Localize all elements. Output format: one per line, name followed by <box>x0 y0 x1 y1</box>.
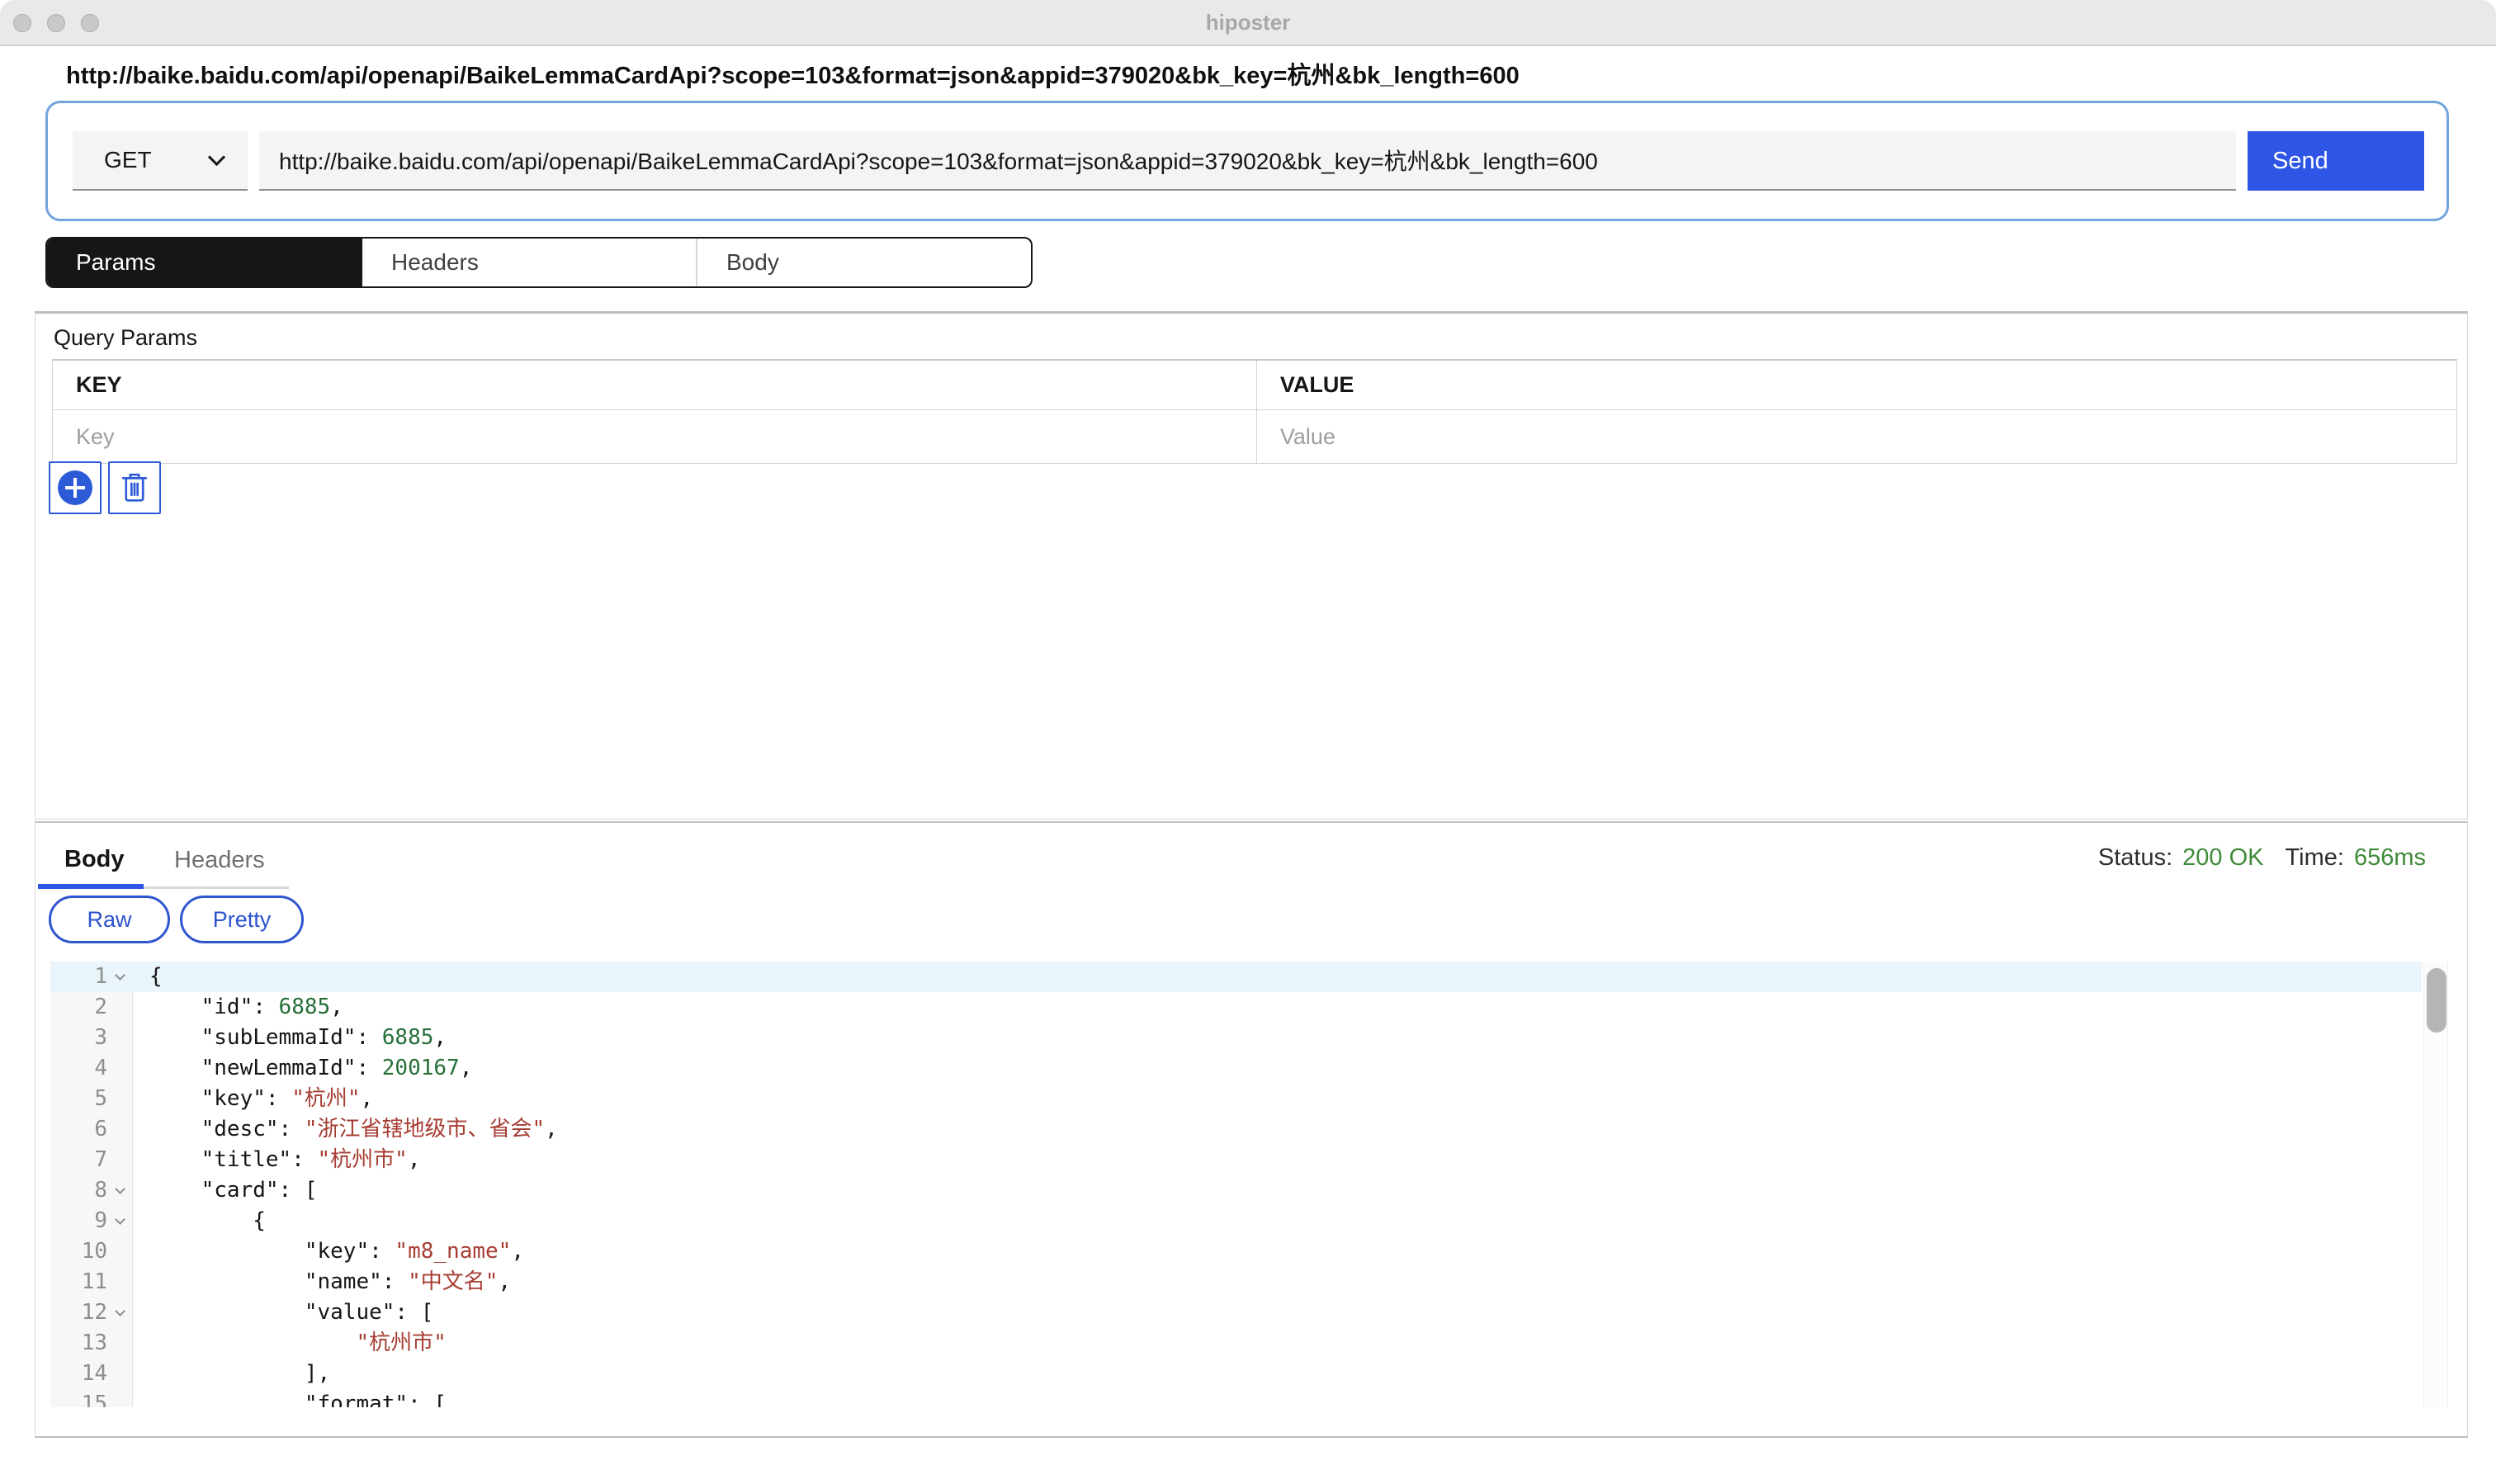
param-key-input[interactable] <box>53 410 1256 463</box>
code-line-text: "subLemmaId": 6885, <box>133 1023 447 1053</box>
code-line: 7 "title": "杭州市", <box>50 1145 2422 1175</box>
line-number-gutter: 3 <box>50 1023 133 1053</box>
status-value: 200 OK <box>2182 844 2263 872</box>
code-line-text: "name": "中文名", <box>133 1267 511 1297</box>
query-params-row <box>53 410 2456 463</box>
line-number-gutter: 1 <box>50 962 133 992</box>
url-input[interactable] <box>259 131 2236 191</box>
tab-body[interactable]: Body <box>696 239 1031 286</box>
query-params-title: Query Params <box>54 325 197 351</box>
code-line: 13 "杭州市" <box>50 1328 2422 1359</box>
code-line-text: "value": [ <box>133 1297 433 1328</box>
code-line-text: "key": "杭州", <box>133 1084 373 1114</box>
query-params-header-row: KEY VALUE <box>53 361 2456 410</box>
fold-chevron-icon[interactable] <box>115 1306 125 1316</box>
code-line: 2 "id": 6885, <box>50 992 2422 1023</box>
code-line-text: "title": "杭州市", <box>133 1145 420 1175</box>
response-view-toggle: Raw Pretty <box>49 896 304 943</box>
code-line: 5 "key": "杭州", <box>50 1084 2422 1114</box>
line-number-gutter: 14 <box>50 1359 133 1389</box>
status-label: Status: <box>2098 844 2172 872</box>
code-line: 4 "newLemmaId": 200167, <box>50 1053 2422 1084</box>
add-icon <box>58 470 92 505</box>
code-line: 15 "format": [ <box>50 1389 2422 1407</box>
line-number-gutter: 7 <box>50 1145 133 1175</box>
code-line-text: "key": "m8_name", <box>133 1236 524 1267</box>
line-number-gutter: 4 <box>50 1053 133 1084</box>
response-tab-body[interactable]: Body <box>38 834 144 889</box>
code-line-text: "newLemmaId": 200167, <box>133 1053 472 1084</box>
fold-chevron-icon[interactable] <box>115 1184 125 1194</box>
code-line-text: "杭州市" <box>133 1328 447 1359</box>
response-scrollbar[interactable] <box>2423 962 2448 1407</box>
line-number-gutter: 5 <box>50 1084 133 1114</box>
delete-param-button[interactable] <box>108 461 161 514</box>
app-window: hiposter http://baike.baidu.com/api/open… <box>0 0 2496 1484</box>
line-number-gutter: 2 <box>50 992 133 1023</box>
line-number-gutter: 9 <box>50 1206 133 1236</box>
response-code[interactable]: 1{2 "id": 6885,3 "subLemmaId": 6885,4 "n… <box>50 962 2422 1407</box>
code-line-text: "desc": "浙江省辖地级市、省会", <box>133 1114 558 1145</box>
code-line: 3 "subLemmaId": 6885, <box>50 1023 2422 1053</box>
column-header-key: KEY <box>53 361 1257 409</box>
method-select[interactable]: GET <box>73 131 248 191</box>
line-number-gutter: 8 <box>50 1175 133 1206</box>
fold-chevron-icon[interactable] <box>115 1214 125 1225</box>
response-tab-headers[interactable]: Headers <box>144 834 289 889</box>
window-title: hiposter <box>0 0 2496 46</box>
scrollbar-thumb[interactable] <box>2427 968 2446 1033</box>
tab-params[interactable]: Params <box>47 239 362 286</box>
line-number-gutter: 6 <box>50 1114 133 1145</box>
send-button[interactable]: Send <box>2248 131 2424 191</box>
response-panel: Body Headers Status: 200 OK Time: 656ms … <box>35 821 2468 1438</box>
param-value-cell <box>1257 410 2456 463</box>
code-line: 12 "value": [ <box>50 1297 2422 1328</box>
code-line: 11 "name": "中文名", <box>50 1267 2422 1297</box>
pretty-view-button[interactable]: Pretty <box>180 896 304 943</box>
code-line: 8 "card": [ <box>50 1175 2422 1206</box>
response-meta: Status: 200 OK Time: 656ms <box>2098 844 2426 872</box>
raw-view-button[interactable]: Raw <box>49 896 170 943</box>
time-value: 656ms <box>2354 844 2426 872</box>
add-param-button[interactable] <box>49 461 102 514</box>
query-params-table: KEY VALUE <box>52 359 2457 464</box>
request-bar: GET Send <box>45 101 2449 221</box>
line-number-gutter: 12 <box>50 1297 133 1328</box>
method-select-value: GET <box>104 147 152 173</box>
line-number-gutter: 13 <box>50 1328 133 1359</box>
code-line-text: "id": 6885, <box>133 992 343 1023</box>
param-key-cell <box>53 410 1257 463</box>
fold-chevron-icon[interactable] <box>115 970 125 981</box>
line-number-gutter: 10 <box>50 1236 133 1267</box>
query-params-actions <box>49 461 161 514</box>
query-params-panel: Query Params KEY VALUE <box>35 311 2468 820</box>
column-header-value: VALUE <box>1257 361 2456 409</box>
request-url-heading: http://baike.baidu.com/api/openapi/Baike… <box>66 56 1520 91</box>
window-titlebar: hiposter <box>0 0 2496 46</box>
line-number-gutter: 15 <box>50 1389 133 1407</box>
code-line: 9 { <box>50 1206 2422 1236</box>
param-value-input[interactable] <box>1257 410 2456 463</box>
code-line-text: ], <box>133 1359 330 1389</box>
code-line-text: "card": [ <box>133 1175 318 1206</box>
code-line: 14 ], <box>50 1359 2422 1389</box>
code-line: 10 "key": "m8_name", <box>50 1236 2422 1267</box>
code-line-text: { <box>133 962 163 992</box>
chevron-down-icon <box>208 148 225 165</box>
response-tabs: Body Headers <box>38 834 289 889</box>
code-line: 6 "desc": "浙江省辖地级市、省会", <box>50 1114 2422 1145</box>
time-label: Time: <box>2286 844 2344 872</box>
code-line-text: { <box>133 1206 266 1236</box>
trash-icon <box>119 470 150 505</box>
code-line-text: "format": [ <box>133 1389 447 1407</box>
line-number-gutter: 11 <box>50 1267 133 1297</box>
code-line: 1{ <box>50 962 2422 992</box>
tab-headers[interactable]: Headers <box>362 239 696 286</box>
request-tabs: Params Headers Body <box>45 237 1033 288</box>
